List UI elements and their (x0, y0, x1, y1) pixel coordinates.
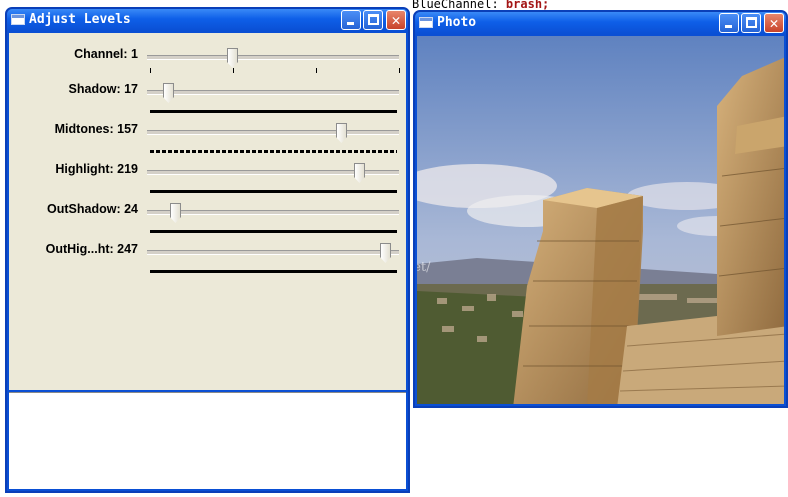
window-icon (419, 17, 433, 28)
slider-thumb-outshadow[interactable] (170, 203, 181, 223)
slider-label-channel: Channel: 1 (74, 47, 138, 61)
slider-label-highlight: Highlight: 219 (55, 162, 138, 176)
slider-thumb-highlight[interactable] (354, 163, 365, 183)
levels-titlebar[interactable]: Adjust Levels ✕ (7, 9, 408, 31)
minimize-icon (725, 25, 732, 28)
levels-title: Adjust Levels (29, 12, 131, 27)
slider-track-highlight[interactable] (147, 163, 399, 183)
slider-track-outhighlight[interactable] (147, 243, 399, 263)
slider-row-shadow: Shadow: 17 (9, 82, 406, 122)
slider-track-midtones[interactable] (147, 123, 399, 143)
slider-bar-outshadow (150, 230, 397, 233)
window-icon (11, 14, 25, 25)
photo-window: Photo ✕ t/ (413, 10, 788, 408)
slider-thumb-midtones[interactable] (336, 123, 347, 143)
maximize-button[interactable] (741, 13, 761, 33)
slider-bar-shadow (150, 110, 397, 113)
slider-row-outshadow: OutShadow: 24 (9, 202, 406, 242)
slider-row-midtones: Midtones: 157 (9, 122, 406, 162)
photo-title: Photo (437, 15, 477, 30)
acropolis-photo (417, 36, 784, 404)
maximize-icon (746, 17, 757, 28)
adjust-levels-window: Adjust Levels ✕ Channel: 1 Shadow: 17 Mi… (5, 7, 410, 493)
close-button[interactable]: ✕ (764, 13, 784, 33)
slider-row-channel: Channel: 1 (9, 47, 406, 87)
minimize-icon (347, 22, 354, 25)
photo-image: http://blog.csdn.net/ (417, 36, 784, 404)
slider-label-outshadow: OutShadow: 24 (47, 202, 138, 216)
photo-titlebar[interactable]: Photo ✕ (415, 12, 786, 34)
watermark-text: http://blog.csdn.net/ (417, 260, 431, 275)
minimize-button[interactable] (719, 13, 739, 33)
close-icon: ✕ (769, 14, 779, 32)
maximize-button[interactable] (363, 10, 383, 30)
maximize-icon (368, 14, 379, 25)
slider-thumb-outhighlight[interactable] (380, 243, 391, 263)
slider-row-highlight: Highlight: 219 (9, 162, 406, 202)
slider-label-outhighlight: OutHig...ht: 247 (45, 242, 138, 256)
slider-bar-highlight (150, 190, 397, 193)
slider-track-shadow[interactable] (147, 83, 399, 103)
minimize-button[interactable] (341, 10, 361, 30)
slider-thumb-shadow[interactable] (163, 83, 174, 103)
slider-label-shadow: Shadow: 17 (68, 82, 138, 96)
slider-thumb-channel[interactable] (227, 48, 238, 68)
slider-track-channel[interactable] (147, 48, 399, 68)
slider-bar-midtones (150, 150, 397, 153)
levels-bottom-pane (9, 392, 406, 489)
levels-client-area: Channel: 1 Shadow: 17 Midtones: 157 High… (9, 33, 406, 390)
slider-track-outshadow[interactable] (147, 203, 399, 223)
close-button[interactable]: ✕ (386, 10, 406, 30)
slider-row-outhighlight: OutHig...ht: 247 (9, 242, 406, 282)
slider-ticks-channel (150, 68, 400, 74)
slider-label-midtones: Midtones: 157 (54, 122, 138, 136)
slider-bar-outhighlight (150, 270, 397, 273)
close-icon: ✕ (391, 11, 401, 29)
